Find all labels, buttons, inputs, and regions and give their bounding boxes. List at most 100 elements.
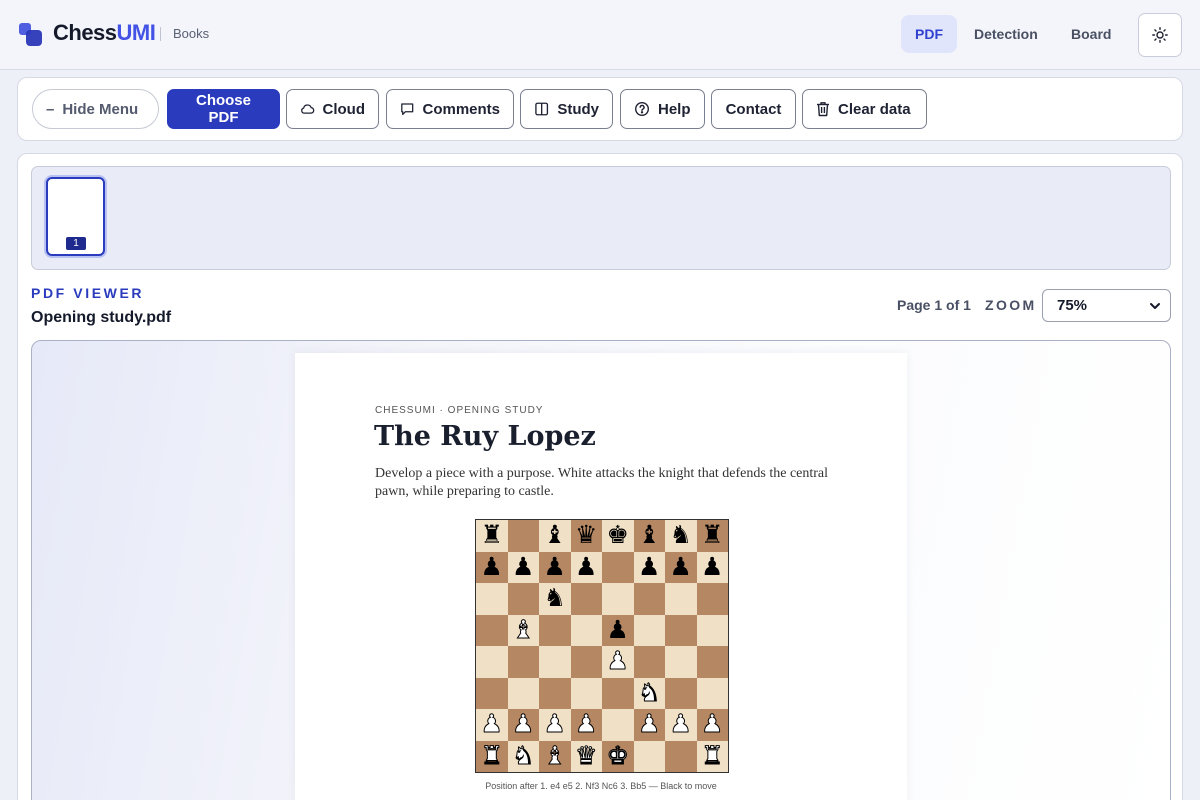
board-square: ♛	[570, 740, 602, 772]
black-king-icon: ♚	[606, 521, 629, 550]
board-square: ♝	[539, 740, 571, 772]
board-square	[539, 614, 571, 646]
tab-detection[interactable]: Detection	[960, 15, 1052, 53]
board-square: ♚	[602, 740, 634, 772]
choose-pdf-button[interactable]: Choose PDF	[167, 89, 280, 129]
clear-data-label: Clear data	[838, 100, 911, 118]
contact-button[interactable]: Contact	[711, 89, 796, 129]
top-header: ChessUMI Books PDF Detection Board	[0, 0, 1200, 70]
board-square: ♟	[665, 709, 697, 741]
board-square	[602, 583, 634, 615]
white-bishop-icon: ♝	[543, 741, 566, 770]
board-square	[476, 646, 508, 678]
help-button[interactable]: Help	[620, 89, 705, 129]
board-square	[633, 740, 665, 772]
thumbnail-page-number: 1	[66, 237, 86, 250]
board-square: ♚	[602, 520, 634, 552]
board-square	[665, 740, 697, 772]
board-square	[696, 614, 728, 646]
white-rook-icon: ♜	[480, 741, 503, 770]
board-square: ♞	[507, 740, 539, 772]
black-queen-icon: ♛	[575, 521, 598, 550]
thumbnail-strip: 1	[31, 166, 1171, 270]
white-queen-icon: ♛	[575, 741, 598, 770]
board-square	[476, 583, 508, 615]
board-square: ♞	[665, 520, 697, 552]
tab-board[interactable]: Board	[1057, 15, 1125, 53]
board-square: ♟	[696, 709, 728, 741]
white-rook-icon: ♜	[701, 741, 724, 770]
board-square	[633, 646, 665, 678]
black-knight-icon: ♞	[669, 521, 692, 550]
board-square	[633, 583, 665, 615]
board-square	[507, 520, 539, 552]
board-square: ♟	[539, 709, 571, 741]
board-square	[539, 646, 571, 678]
hide-menu-button[interactable]: – Hide Menu	[32, 89, 159, 129]
logo-icon	[19, 23, 43, 47]
board-square	[602, 709, 634, 741]
pdf-canvas[interactable]: CHESSUMI · OPENING STUDY The Ruy Lopez D…	[31, 340, 1171, 800]
brand-subtitle: Books	[173, 26, 210, 41]
white-knight-icon: ♞	[512, 741, 535, 770]
board-square	[665, 646, 697, 678]
tab-pdf[interactable]: PDF	[901, 15, 957, 53]
board-square: ♟	[507, 551, 539, 583]
board-square: ♜	[696, 520, 728, 552]
study-label: Study	[557, 100, 599, 118]
split-view-icon	[535, 102, 549, 116]
black-pawn-icon: ♟	[543, 552, 566, 581]
clear-data-button[interactable]: Clear data	[802, 89, 927, 129]
board-square: ♟	[602, 646, 634, 678]
black-pawn-icon: ♟	[669, 552, 692, 581]
page-thumbnail[interactable]: 1	[46, 177, 105, 256]
board-square	[570, 646, 602, 678]
black-pawn-icon: ♟	[606, 615, 629, 644]
zoom-select[interactable]: 75%	[1042, 289, 1171, 322]
cloud-icon	[301, 104, 315, 114]
board-square	[570, 583, 602, 615]
board-square	[696, 646, 728, 678]
brand-divider	[160, 27, 161, 41]
board-square: ♟	[570, 551, 602, 583]
board-square	[570, 677, 602, 709]
cloud-label: Cloud	[322, 100, 366, 118]
comment-icon	[401, 103, 414, 116]
board-square: ♟	[507, 709, 539, 741]
main-panel: 1 PDF VIEWER Opening study.pdf Page 1 of…	[17, 153, 1183, 800]
zoom-label: ZOOM	[985, 297, 1037, 313]
board-square	[665, 677, 697, 709]
board-square	[665, 614, 697, 646]
board-square: ♟	[633, 551, 665, 583]
white-pawn-icon: ♟	[480, 710, 503, 739]
board-square	[476, 614, 508, 646]
board-square	[507, 646, 539, 678]
black-rook-icon: ♜	[480, 521, 503, 550]
board-square	[570, 614, 602, 646]
study-button[interactable]: Study	[520, 89, 613, 129]
comments-label: Comments	[422, 100, 500, 118]
comments-button[interactable]: Comments	[386, 89, 514, 129]
help-icon	[634, 101, 650, 117]
black-bishop-icon: ♝	[638, 521, 661, 550]
white-pawn-icon: ♟	[638, 710, 661, 739]
black-rook-icon: ♜	[701, 521, 724, 550]
black-pawn-icon: ♟	[575, 552, 598, 581]
white-pawn-icon: ♟	[701, 710, 724, 739]
black-bishop-icon: ♝	[543, 521, 566, 550]
black-pawn-icon: ♟	[701, 552, 724, 581]
board-square: ♞	[633, 677, 665, 709]
sun-icon	[1152, 27, 1168, 43]
black-pawn-icon: ♟	[480, 552, 503, 581]
board-square: ♟	[665, 551, 697, 583]
white-bishop-icon: ♝	[512, 615, 535, 644]
trash-icon	[817, 102, 829, 117]
board-square: ♝	[633, 520, 665, 552]
theme-toggle-button[interactable]	[1138, 13, 1182, 57]
board-square	[507, 677, 539, 709]
board-square: ♜	[476, 520, 508, 552]
board-square: ♟	[476, 551, 508, 583]
board-square	[665, 583, 697, 615]
board-square: ♛	[570, 520, 602, 552]
cloud-button[interactable]: Cloud	[286, 89, 379, 129]
